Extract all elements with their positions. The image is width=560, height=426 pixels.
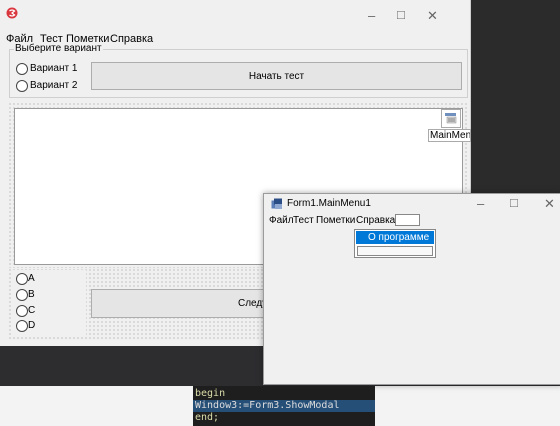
answer-b-radio[interactable] bbox=[16, 289, 28, 301]
answer-a-label: A bbox=[28, 273, 35, 284]
code-line: Window3:=Form3.ShowModal bbox=[195, 400, 340, 411]
form-icon bbox=[271, 198, 282, 209]
variant-1-radio[interactable] bbox=[16, 63, 28, 75]
about-menu-item[interactable]: О программе bbox=[356, 231, 434, 244]
answer-a-radio[interactable] bbox=[16, 273, 28, 285]
answer-c-radio[interactable] bbox=[16, 305, 28, 317]
menu-help[interactable]: Справка bbox=[356, 215, 395, 226]
variant-1-label: Вариант 1 bbox=[30, 63, 78, 74]
main-menu-label: MainMenu bbox=[428, 129, 471, 142]
close-button[interactable]: ✕ bbox=[544, 196, 555, 212]
new-menu-slot[interactable] bbox=[395, 214, 420, 226]
answer-c-label: C bbox=[28, 305, 36, 316]
main-menu-component[interactable] bbox=[441, 109, 461, 128]
menu-help[interactable]: Справка bbox=[110, 33, 153, 45]
answer-d-label: D bbox=[28, 320, 36, 331]
menu-test[interactable]: Тест bbox=[293, 215, 314, 226]
close-button[interactable]: ✕ bbox=[427, 8, 438, 24]
start-test-button[interactable]: Начать тест bbox=[91, 62, 462, 90]
answer-b-label: B bbox=[28, 289, 35, 300]
app-icon bbox=[6, 7, 18, 19]
code-line: end; bbox=[195, 412, 220, 423]
code-editor[interactable]: begin Window3:=Form3.ShowModal end; bbox=[193, 386, 375, 426]
minimize-button[interactable]: – bbox=[368, 8, 375, 23]
menu-designer-window: Form1.MainMenu1 – □ ✕ Файл Тест Пометки … bbox=[263, 193, 560, 385]
code-line: begin bbox=[195, 388, 226, 399]
menu-marks[interactable]: Пометки bbox=[316, 215, 355, 226]
maximize-button[interactable]: □ bbox=[510, 195, 518, 210]
menu-file[interactable]: Файл bbox=[269, 215, 294, 226]
answer-d-radio[interactable] bbox=[16, 320, 28, 332]
maximize-button[interactable]: □ bbox=[397, 7, 405, 22]
menu-component-icon bbox=[445, 113, 457, 124]
help-dropdown: О программе bbox=[354, 229, 436, 258]
variant-2-label: Вариант 2 bbox=[30, 80, 78, 91]
window-title: Form1.MainMenu1 bbox=[287, 198, 371, 209]
minimize-button[interactable]: – bbox=[477, 196, 484, 211]
new-item-slot[interactable] bbox=[357, 246, 433, 256]
variant-2-radio[interactable] bbox=[16, 80, 28, 92]
groupbox-caption: Выберите вариант bbox=[14, 43, 103, 54]
